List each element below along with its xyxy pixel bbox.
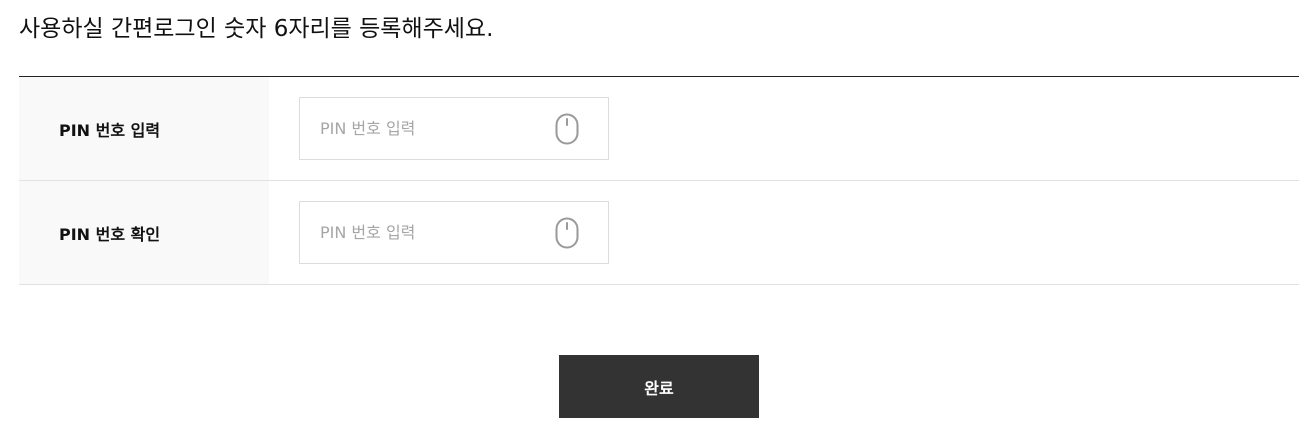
submit-button[interactable]: 완료 (559, 355, 759, 418)
mouse-icon[interactable] (555, 113, 579, 145)
mouse-icon[interactable] (555, 217, 579, 249)
pin-confirm-field-cell (269, 181, 1299, 284)
pin-confirm-label: PIN 번호 확인 (19, 181, 269, 284)
pin-registration-page: 사용하실 간편로그인 숫자 6자리를 등록해주세요. PIN 번호 입력 PIN… (0, 0, 1302, 435)
pin-entry-row: PIN 번호 입력 (19, 77, 1299, 181)
pin-entry-field-cell (269, 77, 1299, 180)
pin-form-table: PIN 번호 입력 PIN 번호 확인 (19, 76, 1299, 285)
pin-entry-box (299, 97, 609, 160)
pin-confirm-row: PIN 번호 확인 (19, 181, 1299, 285)
pin-entry-label: PIN 번호 입력 (19, 77, 269, 180)
pin-confirm-box (299, 201, 609, 264)
instruction-text: 사용하실 간편로그인 숫자 6자리를 등록해주세요. (19, 16, 494, 42)
